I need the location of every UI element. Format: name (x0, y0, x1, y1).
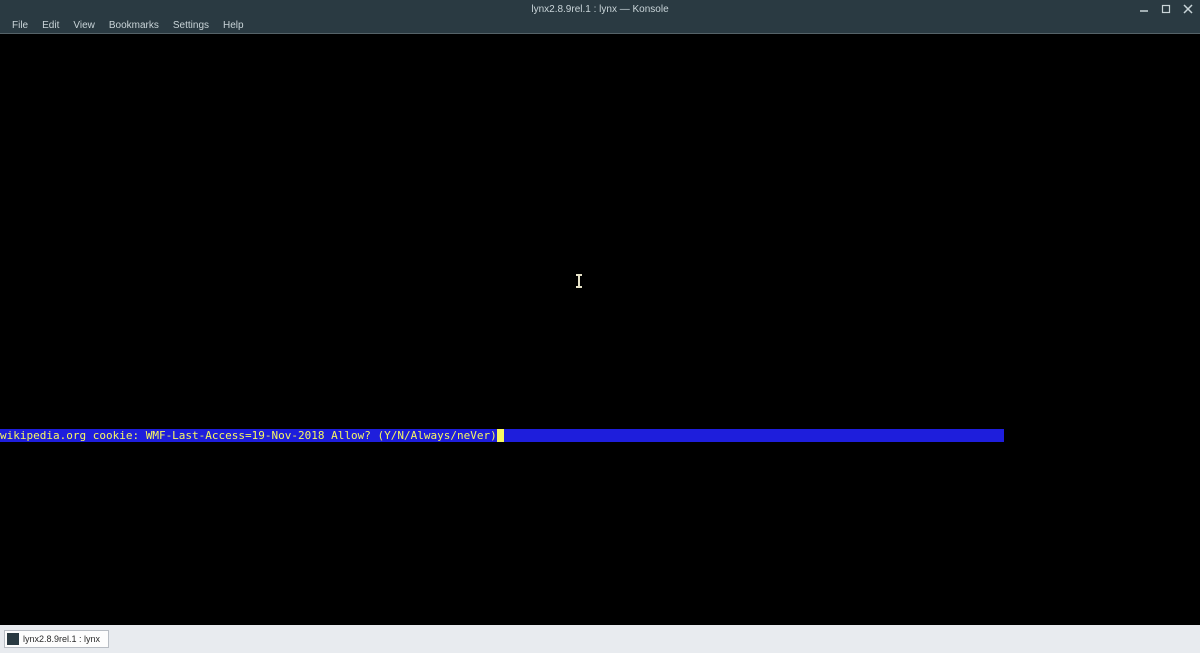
maximize-icon[interactable] (1160, 3, 1172, 15)
minimize-icon[interactable] (1138, 3, 1150, 15)
terminal[interactable]: wikipedia.org cookie: WMF-Last-Access=19… (0, 34, 1200, 625)
window-controls (1138, 0, 1194, 18)
taskbar-tab-label: lynx2.8.9rel.1 : lynx (23, 634, 100, 644)
block-cursor-icon (497, 429, 504, 442)
menu-edit[interactable]: Edit (36, 19, 65, 32)
titlebar: lynx2.8.9rel.1 : lynx — Konsole (0, 0, 1200, 18)
cookie-prompt-text: wikipedia.org cookie: WMF-Last-Access=19… (0, 429, 497, 442)
prompt-fill (504, 429, 1004, 442)
window-title: lynx2.8.9rel.1 : lynx — Konsole (531, 4, 668, 15)
text-cursor-icon (578, 275, 580, 287)
menubar: File Edit View Bookmarks Settings Help (0, 18, 1200, 34)
menu-settings[interactable]: Settings (167, 19, 215, 32)
taskbar: lynx2.8.9rel.1 : lynx (0, 625, 1200, 653)
menu-view[interactable]: View (67, 19, 101, 32)
close-icon[interactable] (1182, 3, 1194, 15)
cookie-prompt-row: wikipedia.org cookie: WMF-Last-Access=19… (0, 429, 1004, 442)
menu-file[interactable]: File (6, 19, 34, 32)
taskbar-tab[interactable]: lynx2.8.9rel.1 : lynx (4, 630, 109, 648)
konsole-icon (7, 633, 19, 645)
menu-bookmarks[interactable]: Bookmarks (103, 19, 165, 32)
menu-help[interactable]: Help (217, 19, 250, 32)
